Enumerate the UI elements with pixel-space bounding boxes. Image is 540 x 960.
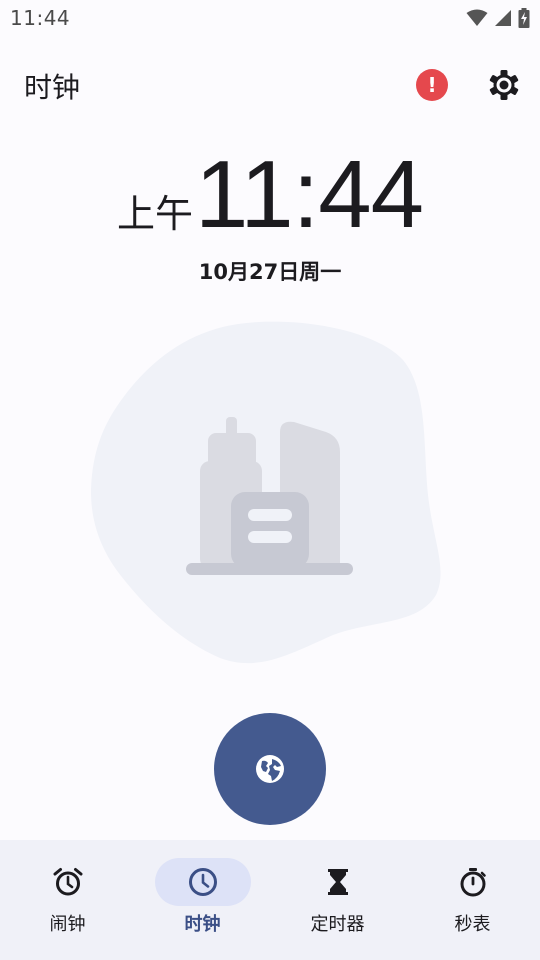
digital-clock: 11:44 [194,141,424,248]
nav-label-stopwatch: 秒表 [454,914,491,935]
ampm-label: 上午 [116,192,193,236]
globe-icon [256,755,284,783]
settings-button[interactable] [486,67,522,103]
city-illustration [91,321,441,664]
nav-item-timer[interactable]: 定时器 [270,840,405,960]
page-title: 时钟 [24,71,81,104]
alert-button[interactable]: ! [416,69,448,101]
bottom-navigation: 闹钟 时钟 定时器 秒表 [0,840,540,960]
nav-item-clock[interactable]: 时钟 [135,840,270,960]
nav-item-stopwatch[interactable]: 秒表 [405,840,540,960]
world-clock-fab[interactable] [214,713,326,825]
nav-indicator [425,858,521,906]
cellular-signal-icon [495,10,511,26]
alarm-clock-icon [53,868,82,896]
time-display: 上午11:44 [0,140,540,248]
stopwatch-icon [460,868,486,897]
nav-indicator [20,858,116,906]
hourglass-icon [327,869,348,895]
status-bar: 11:44 [0,0,540,36]
nav-indicator [290,858,386,906]
nav-indicator-active [154,858,251,906]
alert-icon: ! [427,73,437,97]
date-label: 10月27日周一 [198,260,342,284]
battery-icon [518,8,530,28]
nav-label-timer: 定时器 [310,914,365,935]
status-icons [466,6,530,30]
clock-icon [188,868,217,896]
wifi-icon [466,9,488,26]
gear-icon [489,70,519,100]
status-time: 11:44 [10,6,71,30]
nav-label-alarm: 闹钟 [49,914,86,935]
nav-label-clock: 时钟 [184,914,221,935]
nav-item-alarm[interactable]: 闹钟 [0,840,135,960]
